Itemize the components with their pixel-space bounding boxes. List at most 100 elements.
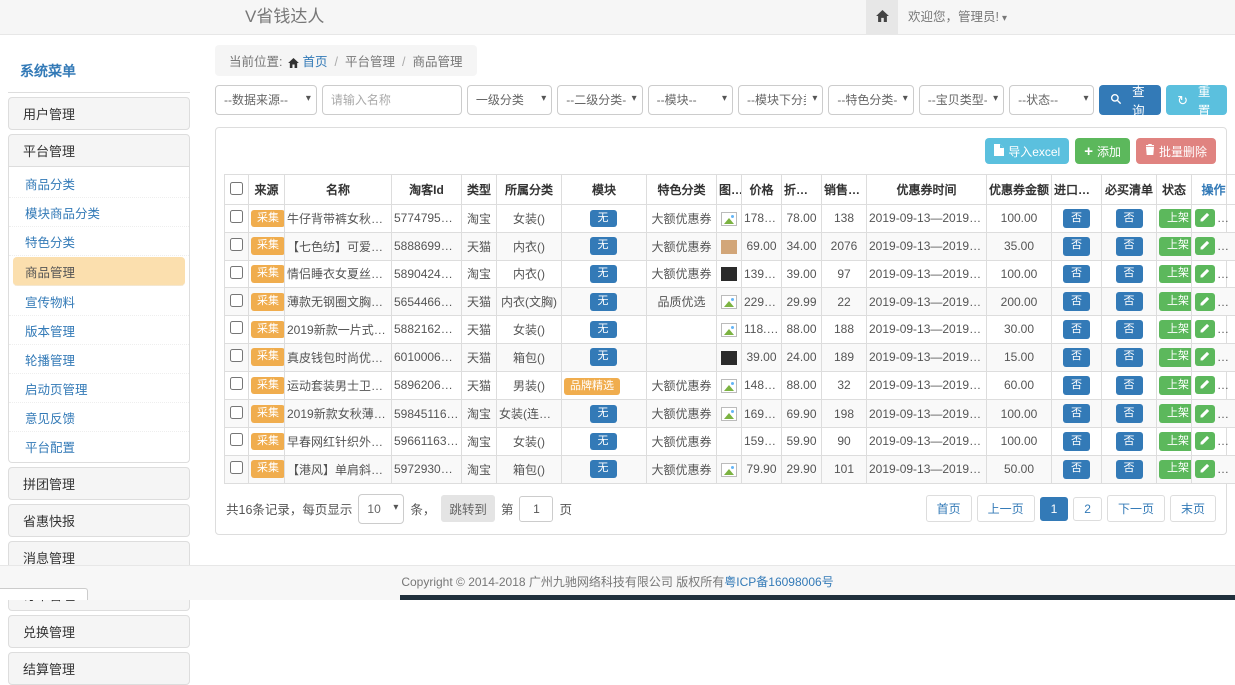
must-buy-toggle[interactable]: 否 xyxy=(1116,432,1143,451)
import-select-toggle[interactable]: 否 xyxy=(1063,348,1090,367)
filter-select[interactable]: --模块下分类-- xyxy=(738,85,823,115)
must-buy-toggle[interactable]: 否 xyxy=(1116,320,1143,339)
edit-button[interactable] xyxy=(1195,405,1215,423)
sidebar-subitem[interactable]: 意见反馈 xyxy=(9,403,189,432)
edit-button[interactable] xyxy=(1195,265,1215,283)
row-checkbox[interactable] xyxy=(230,321,243,334)
sidebar-subitem[interactable]: 特色分类 xyxy=(9,227,189,256)
pagination-summary: 共16条记录，每页显示 10▾ 条， 跳转到 第 页 xyxy=(226,494,572,524)
user-menu[interactable]: 欢迎您，管理员!▾ xyxy=(908,0,1007,36)
row-checkbox[interactable] xyxy=(230,461,243,474)
edit-button[interactable] xyxy=(1195,348,1215,366)
row-checkbox[interactable] xyxy=(230,238,243,251)
must-buy-toggle[interactable]: 否 xyxy=(1116,376,1143,395)
status-toggle[interactable]: 上架 xyxy=(1159,404,1192,423)
edit-button[interactable] xyxy=(1195,460,1215,478)
status-toggle[interactable]: 上架 xyxy=(1159,209,1192,228)
must-buy-toggle[interactable]: 否 xyxy=(1116,209,1143,228)
must-buy-toggle[interactable]: 否 xyxy=(1116,404,1143,423)
icon-cell xyxy=(717,400,742,428)
edit-button[interactable] xyxy=(1195,293,1215,311)
icp-link[interactable]: 粤ICP备16098006号 xyxy=(724,575,833,589)
discount-price: 29.99 xyxy=(782,288,822,316)
module-cell: 无 xyxy=(562,288,647,316)
row-checkbox[interactable] xyxy=(230,377,243,390)
row-checkbox[interactable] xyxy=(230,406,243,419)
row-checkbox[interactable] xyxy=(230,349,243,362)
page-button[interactable]: 下一页 xyxy=(1107,495,1165,522)
actions-cell xyxy=(1192,428,1235,456)
home-button[interactable] xyxy=(866,0,898,34)
import-select-toggle[interactable]: 否 xyxy=(1063,432,1090,451)
sidebar-subitem[interactable]: 商品分类 xyxy=(9,169,189,198)
sidebar-subitem[interactable]: 平台配置 xyxy=(9,432,189,460)
import-select-toggle[interactable]: 否 xyxy=(1063,404,1090,423)
jump-page-input[interactable] xyxy=(519,496,553,522)
sidebar-subitem[interactable]: 宣传物料 xyxy=(9,287,189,316)
must-buy-toggle[interactable]: 否 xyxy=(1116,237,1143,256)
status-toggle[interactable]: 上架 xyxy=(1159,376,1192,395)
must-buy-toggle[interactable]: 否 xyxy=(1116,348,1143,367)
status-toggle[interactable]: 上架 xyxy=(1159,320,1192,339)
batch-delete-button[interactable]: 批量删除 xyxy=(1136,138,1216,164)
filter-select[interactable]: --二级分类-- xyxy=(557,85,642,115)
sidebar-subitem[interactable]: 模块商品分类 xyxy=(9,198,189,227)
name-search-input[interactable] xyxy=(322,85,462,115)
select-all-checkbox[interactable] xyxy=(230,182,243,195)
data-source-select[interactable]: --数据来源-- xyxy=(215,85,317,115)
sidebar-subitem[interactable]: 轮播管理 xyxy=(9,345,189,374)
filter-select[interactable]: --模块-- xyxy=(648,85,733,115)
row-checkbox[interactable] xyxy=(230,210,243,223)
page-button[interactable]: 1 xyxy=(1040,497,1069,521)
sidebar-subitem[interactable]: 启动页管理 xyxy=(9,374,189,403)
sidebar-section[interactable]: 兑换管理 xyxy=(8,615,190,648)
status-toggle[interactable]: 上架 xyxy=(1159,237,1192,256)
sidebar-section[interactable]: 平台管理 xyxy=(8,134,190,167)
status-toggle[interactable]: 上架 xyxy=(1159,348,1192,367)
page-button[interactable]: 末页 xyxy=(1170,495,1216,522)
sidebar-subitem[interactable]: 商品管理 xyxy=(13,257,185,286)
edit-button[interactable] xyxy=(1195,209,1215,227)
per-page-select[interactable]: 10 xyxy=(358,494,404,524)
edit-button[interactable] xyxy=(1195,320,1215,338)
add-button[interactable]: + 添加 xyxy=(1075,138,1130,164)
breadcrumb-home-link[interactable]: 首页 xyxy=(302,55,327,69)
import-select-toggle[interactable]: 否 xyxy=(1063,237,1090,256)
sidebar-subitem[interactable]: 版本管理 xyxy=(9,316,189,345)
status-toggle[interactable]: 上架 xyxy=(1159,432,1192,451)
must-buy-toggle[interactable]: 否 xyxy=(1116,265,1143,284)
import-select-toggle[interactable]: 否 xyxy=(1063,320,1090,339)
reset-button[interactable]: ↻ 重置 xyxy=(1166,85,1227,115)
filter-select[interactable]: --宝贝类型-- xyxy=(919,85,1004,115)
import-excel-button[interactable]: 导入excel xyxy=(985,138,1069,164)
row-checkbox[interactable] xyxy=(230,294,243,307)
sidebar-section[interactable]: 拼团管理 xyxy=(8,467,190,500)
edit-button[interactable] xyxy=(1195,432,1215,450)
filter-select[interactable]: --特色分类-- xyxy=(828,85,913,115)
filter-select[interactable]: --状态-- xyxy=(1009,85,1094,115)
edit-icon xyxy=(1200,239,1210,253)
row-checkbox[interactable] xyxy=(230,266,243,279)
page-button[interactable]: 2 xyxy=(1073,497,1102,521)
status-toggle[interactable]: 上架 xyxy=(1159,265,1192,284)
sidebar-section[interactable]: 结算管理 xyxy=(8,652,190,685)
sidebar-section[interactable]: 省惠快报 xyxy=(8,504,190,537)
page-button[interactable]: 上一页 xyxy=(977,495,1035,522)
import-select-toggle[interactable]: 否 xyxy=(1063,209,1090,228)
edit-button[interactable] xyxy=(1195,237,1215,255)
must-buy-toggle[interactable]: 否 xyxy=(1116,292,1143,311)
status-toggle[interactable]: 上架 xyxy=(1159,460,1192,479)
search-button[interactable]: 查询 xyxy=(1099,85,1161,115)
status-toggle[interactable]: 上架 xyxy=(1159,292,1192,311)
edit-button[interactable] xyxy=(1195,376,1215,394)
import-select-toggle[interactable]: 否 xyxy=(1063,460,1090,479)
filter-select[interactable]: 一级分类 xyxy=(467,85,552,115)
import-select-toggle[interactable]: 否 xyxy=(1063,292,1090,311)
sidebar-section[interactable]: 用户管理 xyxy=(8,97,190,130)
jump-button[interactable]: 跳转到 xyxy=(441,495,495,522)
row-checkbox[interactable] xyxy=(230,433,243,446)
import-select-toggle[interactable]: 否 xyxy=(1063,265,1090,284)
page-button[interactable]: 首页 xyxy=(926,495,972,522)
must-buy-toggle[interactable]: 否 xyxy=(1116,460,1143,479)
import-select-toggle[interactable]: 否 xyxy=(1063,376,1090,395)
